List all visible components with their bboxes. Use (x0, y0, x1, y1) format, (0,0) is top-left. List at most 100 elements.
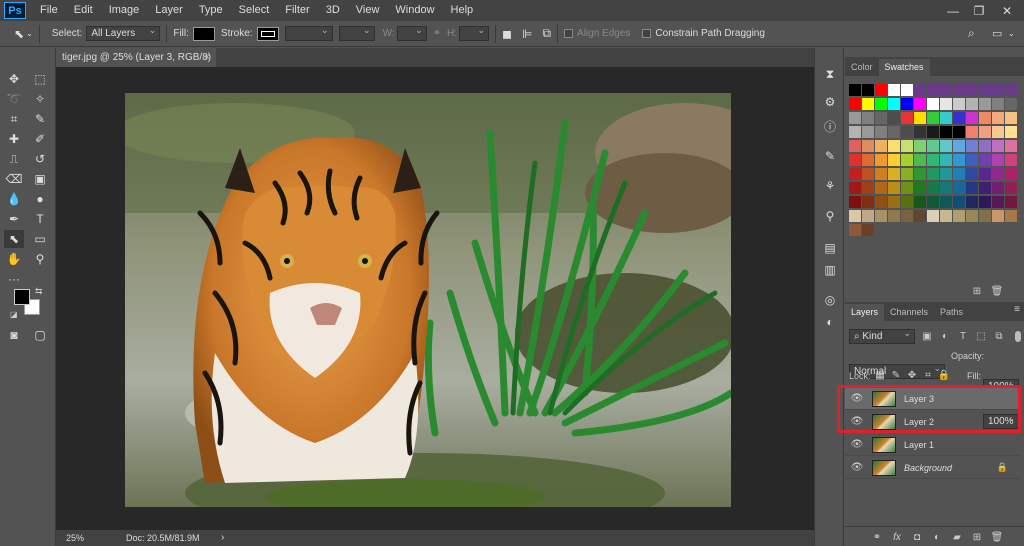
swatch-cell[interactable] (849, 196, 861, 208)
swatch-cell[interactable] (927, 140, 939, 152)
close-window-button[interactable]: ✕ (994, 0, 1020, 21)
swatch-cell[interactable] (875, 154, 887, 166)
new-swatch-icon[interactable]: ⊞ (970, 284, 984, 298)
pixel-filter-icon[interactable]: ▣ (920, 329, 934, 343)
swatch-cell[interactable] (862, 84, 874, 96)
swatch-cell[interactable] (914, 182, 926, 194)
minimize-button[interactable]: — (940, 0, 966, 21)
swatch-cell[interactable] (1005, 84, 1017, 96)
swatch-cell[interactable] (966, 126, 978, 138)
menu-3d[interactable]: 3D (318, 0, 348, 21)
swatch-cell[interactable] (979, 182, 991, 194)
move-tool-icon[interactable]: ✥ (4, 70, 24, 88)
path-selection-tool-icon[interactable]: ⬉ (4, 230, 24, 248)
type-filter-icon[interactable]: T (956, 329, 970, 343)
swap-colors-icon[interactable]: ⇆ (35, 286, 43, 297)
swatch-cell[interactable] (1005, 168, 1017, 180)
swatch-cell[interactable] (888, 210, 900, 222)
lasso-tool-icon[interactable]: ➰ (4, 90, 24, 108)
add-mask-icon[interactable]: ◘ (910, 530, 924, 544)
screen-mode-icon[interactable]: ▢ (30, 326, 50, 344)
swatch-cell[interactable] (953, 140, 965, 152)
swatch-cell[interactable] (862, 196, 874, 208)
menu-window[interactable]: Window (387, 0, 442, 21)
filter-toggle[interactable] (1015, 331, 1021, 342)
swatch-cell[interactable] (901, 98, 913, 110)
workspace-chevron-icon[interactable]: ⌄ (1008, 29, 1015, 38)
tool-preset-chevron-icon[interactable]: ⌄ (26, 29, 33, 38)
link-icon[interactable]: ⚭ (433, 28, 441, 39)
swatch-cell[interactable] (901, 112, 913, 124)
magic-wand-tool-icon[interactable]: ✧ (30, 90, 50, 108)
clone-stamp-tool-icon[interactable]: ⎍ (4, 150, 24, 168)
swatch-cell[interactable] (901, 168, 913, 180)
pen-tool-icon[interactable]: ✒ (4, 210, 24, 228)
swatch-cell[interactable] (875, 126, 887, 138)
layer-row[interactable]: 👁 Background 🔒 (845, 457, 1020, 479)
lock-artboard-icon[interactable]: ⌗ (921, 368, 935, 382)
swatch-cell[interactable] (875, 98, 887, 110)
swatch-cell[interactable] (927, 98, 939, 110)
tab-paths[interactable]: Paths (934, 304, 969, 321)
brush-presets-icon[interactable]: ✎ (822, 148, 838, 164)
swatch-cell[interactable] (914, 98, 926, 110)
swatch-cell[interactable] (849, 84, 861, 96)
swatch-cell[interactable] (927, 182, 939, 194)
swatch-cell[interactable] (940, 84, 952, 96)
3d-panel-icon[interactable]: ◎ (822, 292, 838, 308)
swatch-cell[interactable] (940, 112, 952, 124)
swatch-cell[interactable] (953, 154, 965, 166)
new-group-icon[interactable]: ▰ (950, 530, 964, 544)
search-icon[interactable]: ⌕ (968, 26, 975, 41)
delete-layer-icon[interactable]: 🗑 (990, 530, 1004, 544)
swatch-cell[interactable] (953, 98, 965, 110)
swatch-cell[interactable] (862, 112, 874, 124)
swatch-cell[interactable] (1005, 154, 1017, 166)
menu-image[interactable]: Image (101, 0, 148, 21)
clone-source-icon[interactable]: ⚘ (822, 178, 838, 194)
swatch-cell[interactable] (940, 196, 952, 208)
fill-color-swatch[interactable] (192, 26, 215, 41)
swatch-cell[interactable] (953, 168, 965, 180)
tab-color[interactable]: Color (845, 59, 879, 76)
swatch-cell[interactable] (849, 210, 861, 222)
swatch-cell[interactable] (953, 182, 965, 194)
swatch-cell[interactable] (992, 168, 1004, 180)
swatch-cell[interactable] (875, 168, 887, 180)
shape-filter-icon[interactable]: ⬚ (974, 329, 988, 343)
swatch-cell[interactable] (953, 210, 965, 222)
healing-brush-tool-icon[interactable]: ✚ (4, 130, 24, 148)
swatch-cell[interactable] (966, 84, 978, 96)
swatch-cell[interactable] (966, 182, 978, 194)
swatch-cell[interactable] (888, 182, 900, 194)
swatch-cell[interactable] (992, 154, 1004, 166)
visibility-eye-icon[interactable]: 👁 (848, 462, 866, 473)
quick-mask-icon[interactable]: ◙ (4, 326, 24, 344)
hand-tool-icon[interactable]: ✋ (4, 250, 24, 268)
height-field[interactable] (459, 24, 490, 41)
tab-layers[interactable]: Layers (845, 304, 885, 321)
zoom-level[interactable]: 25% (66, 530, 84, 546)
swatch-cell[interactable] (901, 154, 913, 166)
swatch-cell[interactable] (901, 182, 913, 194)
swatch-cell[interactable] (992, 98, 1004, 110)
swatch-cell[interactable] (927, 126, 939, 138)
swatch-cell[interactable] (992, 126, 1004, 138)
layer-row[interactable]: 👁 Layer 1 (845, 434, 1020, 456)
swatch-cell[interactable] (862, 224, 874, 236)
styles-panel-icon[interactable]: ◐ (822, 314, 838, 330)
swatch-cell[interactable] (849, 168, 861, 180)
swatch-cell[interactable] (1005, 126, 1017, 138)
swatch-cell[interactable] (849, 182, 861, 194)
swatch-cell[interactable] (888, 168, 900, 180)
history-brush-tool-icon[interactable]: ↺ (30, 150, 50, 168)
swatch-cell[interactable] (927, 210, 939, 222)
swatch-cell[interactable] (1005, 210, 1017, 222)
swatch-cell[interactable] (979, 140, 991, 152)
swatch-cell[interactable] (901, 140, 913, 152)
swatch-cell[interactable] (914, 196, 926, 208)
visibility-eye-icon[interactable]: 👁 (848, 439, 866, 450)
swatch-cell[interactable] (979, 126, 991, 138)
swatch-cell[interactable] (888, 112, 900, 124)
info-panel-icon[interactable]: ⓘ (822, 118, 838, 134)
